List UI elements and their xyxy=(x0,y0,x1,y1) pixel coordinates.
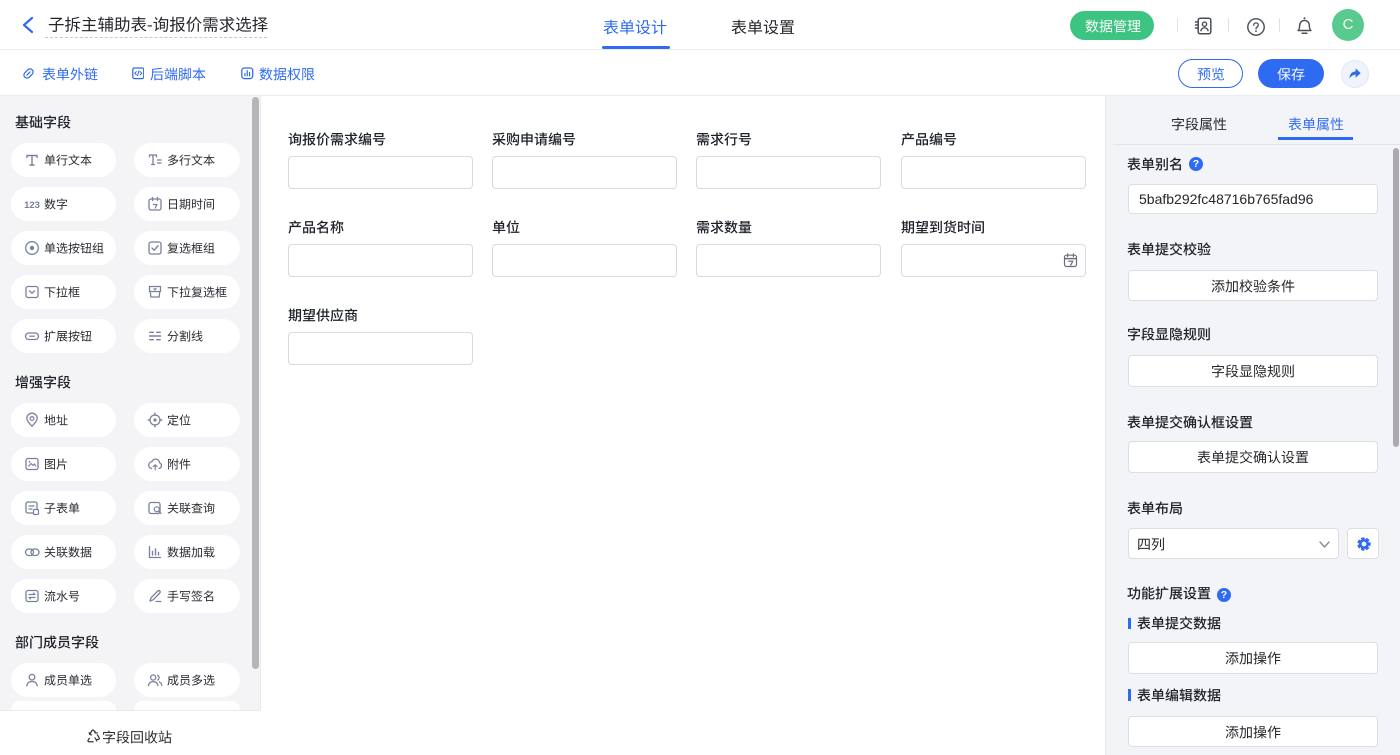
svg-text:123: 123 xyxy=(24,200,40,211)
